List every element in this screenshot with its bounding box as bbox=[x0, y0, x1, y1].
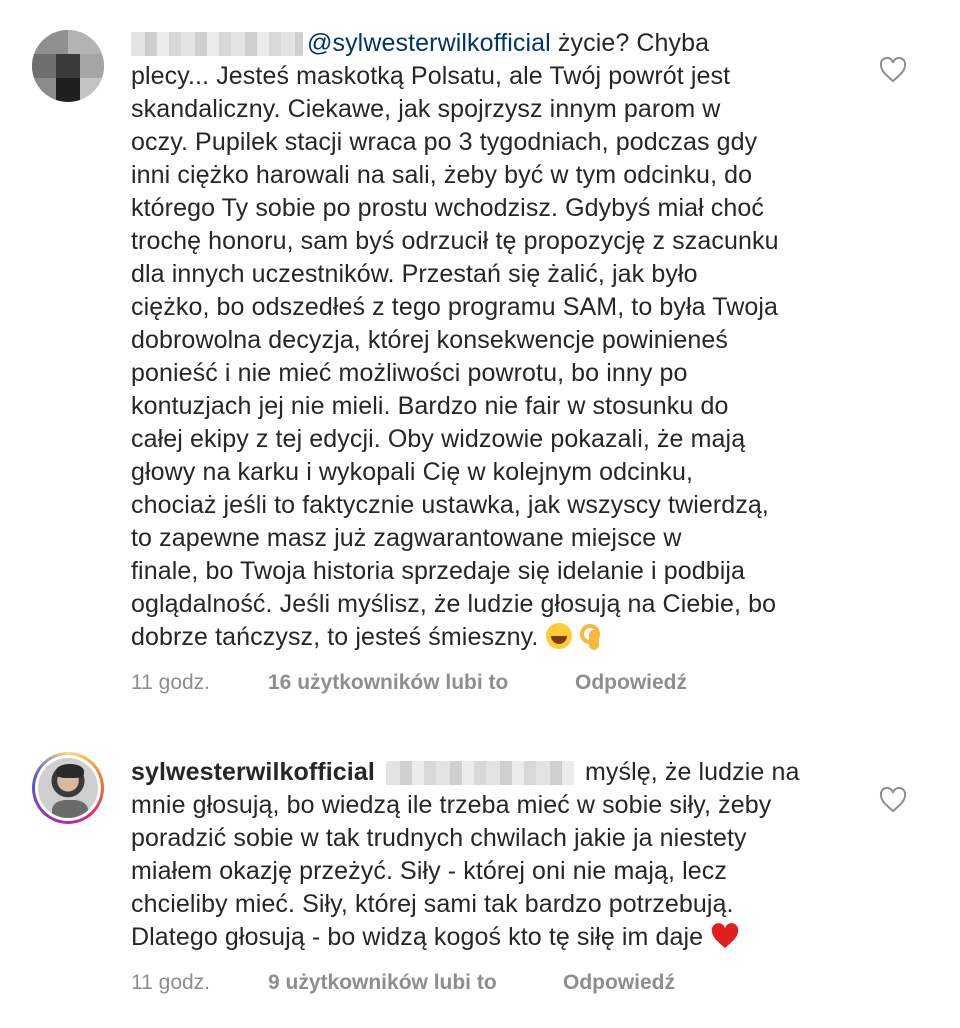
comment-time: 11 godz. bbox=[131, 671, 211, 694]
sylwesterwilkofficial-avatar[interactable] bbox=[32, 752, 104, 824]
ok-hand-icon bbox=[579, 622, 601, 650]
comment-2-text: sylwesterwilkofficial myślę, że ludzie n… bbox=[131, 758, 800, 951]
comment-1-text: @sylwesterwilkofficial życie? Chyba plec… bbox=[131, 29, 779, 651]
mention-link[interactable]: @sylwesterwilkofficial bbox=[307, 29, 551, 57]
likes-count-link[interactable]: 9 użytkowników lubi to bbox=[268, 971, 497, 995]
comment-time: 11 godz. bbox=[131, 971, 211, 994]
commenter-avatar-pixelated[interactable] bbox=[32, 30, 104, 102]
comment-author-username[interactable]: sylwesterwilkofficial bbox=[131, 758, 375, 786]
like-comment-1-heart-icon[interactable] bbox=[878, 56, 908, 84]
commenter-username-blurred[interactable] bbox=[131, 32, 303, 57]
mentioned-username-blurred[interactable] bbox=[385, 761, 574, 786]
face-with-tears-of-joy-icon bbox=[545, 623, 572, 649]
reply-button[interactable]: Odpowiedź bbox=[563, 971, 675, 995]
likes-count-link[interactable]: 16 użytkowników lubi to bbox=[268, 671, 508, 695]
like-comment-2-heart-icon[interactable] bbox=[878, 786, 908, 814]
reply-button[interactable]: Odpowiedź bbox=[575, 671, 687, 695]
red-heart-icon bbox=[710, 922, 740, 950]
